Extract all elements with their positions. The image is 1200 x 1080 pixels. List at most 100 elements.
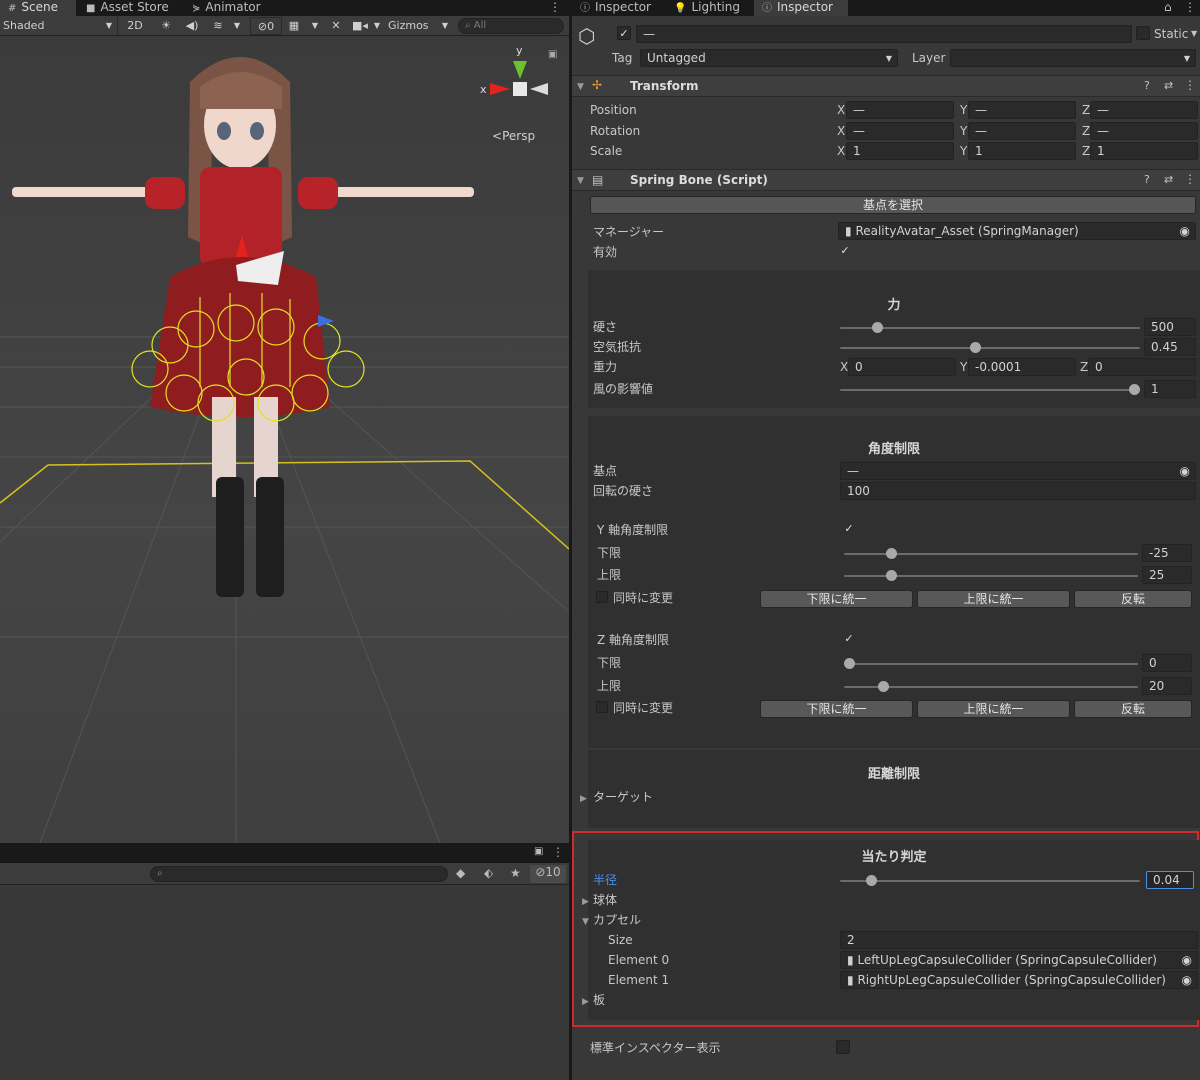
- z-unify-min-button[interactable]: 下限に統一: [760, 700, 913, 718]
- manager-object-field[interactable]: ▮ RealityAvatar_Asset (SpringManager) ◉: [838, 222, 1196, 240]
- scale-y-field[interactable]: 1: [968, 142, 1076, 160]
- z-min-slider[interactable]: [844, 658, 1138, 669]
- position-y-field[interactable]: —: [968, 101, 1076, 119]
- scene-viewport[interactable]: y x ▣ <Persp: [0, 37, 569, 843]
- camera-icon[interactable]: ■◂: [350, 17, 370, 35]
- z-sync-checkbox[interactable]: [596, 701, 608, 713]
- more-menu-icon[interactable]: ⋮: [549, 0, 561, 16]
- element-0-field[interactable]: ▮ LeftUpLegCapsuleCollider (SpringCapsul…: [840, 951, 1198, 969]
- project-search-input[interactable]: ⌕: [150, 866, 448, 882]
- y-flip-button[interactable]: 反転: [1074, 590, 1192, 608]
- wind-slider[interactable]: [840, 384, 1140, 395]
- z-unify-max-button[interactable]: 上限に統一: [917, 700, 1070, 718]
- spring-bone-menu-icon[interactable]: ⋮: [1184, 172, 1196, 186]
- drag-slider[interactable]: [840, 342, 1140, 353]
- position-x-field[interactable]: —: [846, 101, 954, 119]
- panel-lock-icon[interactable]: ▣: [534, 846, 543, 857]
- wind-slider-knob[interactable]: [1129, 384, 1140, 395]
- rotation-stiffness-field[interactable]: 100: [840, 482, 1196, 500]
- z-min-slider-knob[interactable]: [844, 658, 855, 669]
- filter-type-icon[interactable]: ◆: [456, 866, 465, 880]
- tab-inspector-1[interactable]: ⓘ Inspector: [572, 0, 659, 16]
- lock-icon[interactable]: ▣: [548, 49, 557, 60]
- y-max-slider-knob[interactable]: [886, 570, 897, 581]
- stiffness-slider[interactable]: [840, 322, 1140, 333]
- y-unify-min-button[interactable]: 下限に統一: [760, 590, 913, 608]
- gravity-y-field[interactable]: -0.0001: [968, 358, 1076, 376]
- y-max-slider[interactable]: [844, 570, 1138, 581]
- element-0-picker-icon[interactable]: ◉: [1181, 952, 1192, 968]
- camera-dropdown-icon[interactable]: ▼: [370, 17, 384, 35]
- stiffness-value-field[interactable]: 500: [1144, 318, 1196, 336]
- tab-inspector-2[interactable]: ⓘ Inspector: [754, 0, 848, 16]
- shading-mode-dropdown[interactable]: Shaded ▼: [0, 17, 118, 35]
- static-checkbox[interactable]: [1136, 26, 1150, 40]
- y-max-field[interactable]: 25: [1142, 566, 1192, 584]
- gameobject-active-checkbox[interactable]: ✓: [617, 26, 631, 40]
- plate-label[interactable]: 板: [593, 992, 605, 1008]
- pivot-object-field[interactable]: — ◉: [840, 462, 1196, 480]
- pivot-picker-icon[interactable]: ◉: [1180, 463, 1190, 479]
- default-inspector-checkbox[interactable]: [836, 1040, 850, 1054]
- toggle-2d-button[interactable]: 2D: [124, 17, 146, 35]
- y-unify-max-button[interactable]: 上限に統一: [917, 590, 1070, 608]
- effects-dropdown-icon[interactable]: ▼: [230, 17, 244, 35]
- y-min-slider-knob[interactable]: [886, 548, 897, 559]
- target-foldout-icon[interactable]: ▶: [580, 794, 587, 804]
- grid-dropdown-icon[interactable]: ▼: [308, 17, 322, 35]
- spring-bone-help-icon[interactable]: ?: [1144, 173, 1150, 186]
- favorite-star-icon[interactable]: ★: [510, 866, 521, 880]
- capsule-size-field[interactable]: 2: [840, 931, 1198, 949]
- scale-z-field[interactable]: 1: [1090, 142, 1198, 160]
- drag-slider-knob[interactable]: [970, 342, 981, 353]
- stiffness-slider-knob[interactable]: [872, 322, 883, 333]
- layer-dropdown[interactable]: ▼: [950, 49, 1196, 67]
- z-max-field[interactable]: 20: [1142, 677, 1192, 695]
- rotation-y-field[interactable]: —: [968, 122, 1076, 140]
- static-dropdown-icon[interactable]: ▼: [1191, 29, 1197, 38]
- object-picker-icon[interactable]: ◉: [1180, 223, 1190, 239]
- sphere-foldout-icon[interactable]: ▶: [582, 897, 589, 907]
- tab-scene[interactable]: # Scene: [0, 0, 76, 16]
- z-max-slider[interactable]: [844, 681, 1138, 692]
- tools-icon[interactable]: ✕: [326, 17, 346, 35]
- audio-icon[interactable]: ◀): [182, 17, 202, 35]
- radius-slider-knob[interactable]: [866, 875, 877, 886]
- panel-menu-icon[interactable]: ⋮: [552, 845, 564, 859]
- component-menu-icon[interactable]: ⋮: [1184, 78, 1196, 92]
- filter-label-icon[interactable]: ⬖: [484, 866, 493, 880]
- element-1-field[interactable]: ▮ RightUpLegCapsuleCollider (SpringCapsu…: [840, 971, 1198, 989]
- y-sync-checkbox[interactable]: [596, 591, 608, 603]
- scene-search-input[interactable]: ⌕ All: [458, 18, 564, 34]
- grid-toggle-icon[interactable]: ▦: [284, 17, 304, 35]
- y-min-slider[interactable]: [844, 548, 1138, 559]
- spring-bone-header[interactable]: ▼ ▤ Spring Bone (Script) ? ⇄ ⋮: [572, 169, 1200, 191]
- presets-icon[interactable]: ⇄: [1164, 79, 1173, 92]
- z-min-field[interactable]: 0: [1142, 654, 1192, 672]
- enabled-checkbox[interactable]: ✓: [838, 244, 852, 258]
- position-z-field[interactable]: —: [1090, 101, 1198, 119]
- select-root-button[interactable]: 基点を選択: [590, 196, 1196, 214]
- wind-value-field[interactable]: 1: [1144, 380, 1196, 398]
- tab-animator[interactable]: ⋟ Animator: [184, 0, 269, 16]
- hidden-packages-toggle[interactable]: ⊘10: [530, 865, 566, 883]
- effects-icon[interactable]: ≋: [208, 17, 228, 35]
- radius-slider[interactable]: [840, 875, 1140, 886]
- hidden-objects-toggle[interactable]: ⊘0: [250, 17, 282, 35]
- drag-value-field[interactable]: 0.45: [1144, 338, 1196, 356]
- transform-header[interactable]: ▼ ✢ Transform ? ⇄ ⋮: [572, 75, 1200, 97]
- tab-menu-icon[interactable]: ⋮: [1184, 0, 1196, 16]
- sphere-label[interactable]: 球体: [593, 892, 617, 908]
- z-flip-button[interactable]: 反転: [1074, 700, 1192, 718]
- gameobject-name-field[interactable]: —: [636, 25, 1132, 43]
- plate-foldout-icon[interactable]: ▶: [582, 997, 589, 1007]
- tab-lock-icon[interactable]: ⌂: [1164, 0, 1172, 16]
- static-label[interactable]: Static: [1154, 26, 1188, 42]
- y-axis-limit-checkbox[interactable]: ✓: [842, 522, 856, 536]
- transform-foldout-icon[interactable]: ▼: [577, 82, 584, 92]
- spring-bone-foldout-icon[interactable]: ▼: [577, 176, 584, 186]
- y-min-field[interactable]: -25: [1142, 544, 1192, 562]
- radius-value-field[interactable]: 0.04: [1146, 871, 1194, 889]
- target-label[interactable]: ターゲット: [593, 789, 653, 805]
- gravity-z-field[interactable]: 0: [1088, 358, 1196, 376]
